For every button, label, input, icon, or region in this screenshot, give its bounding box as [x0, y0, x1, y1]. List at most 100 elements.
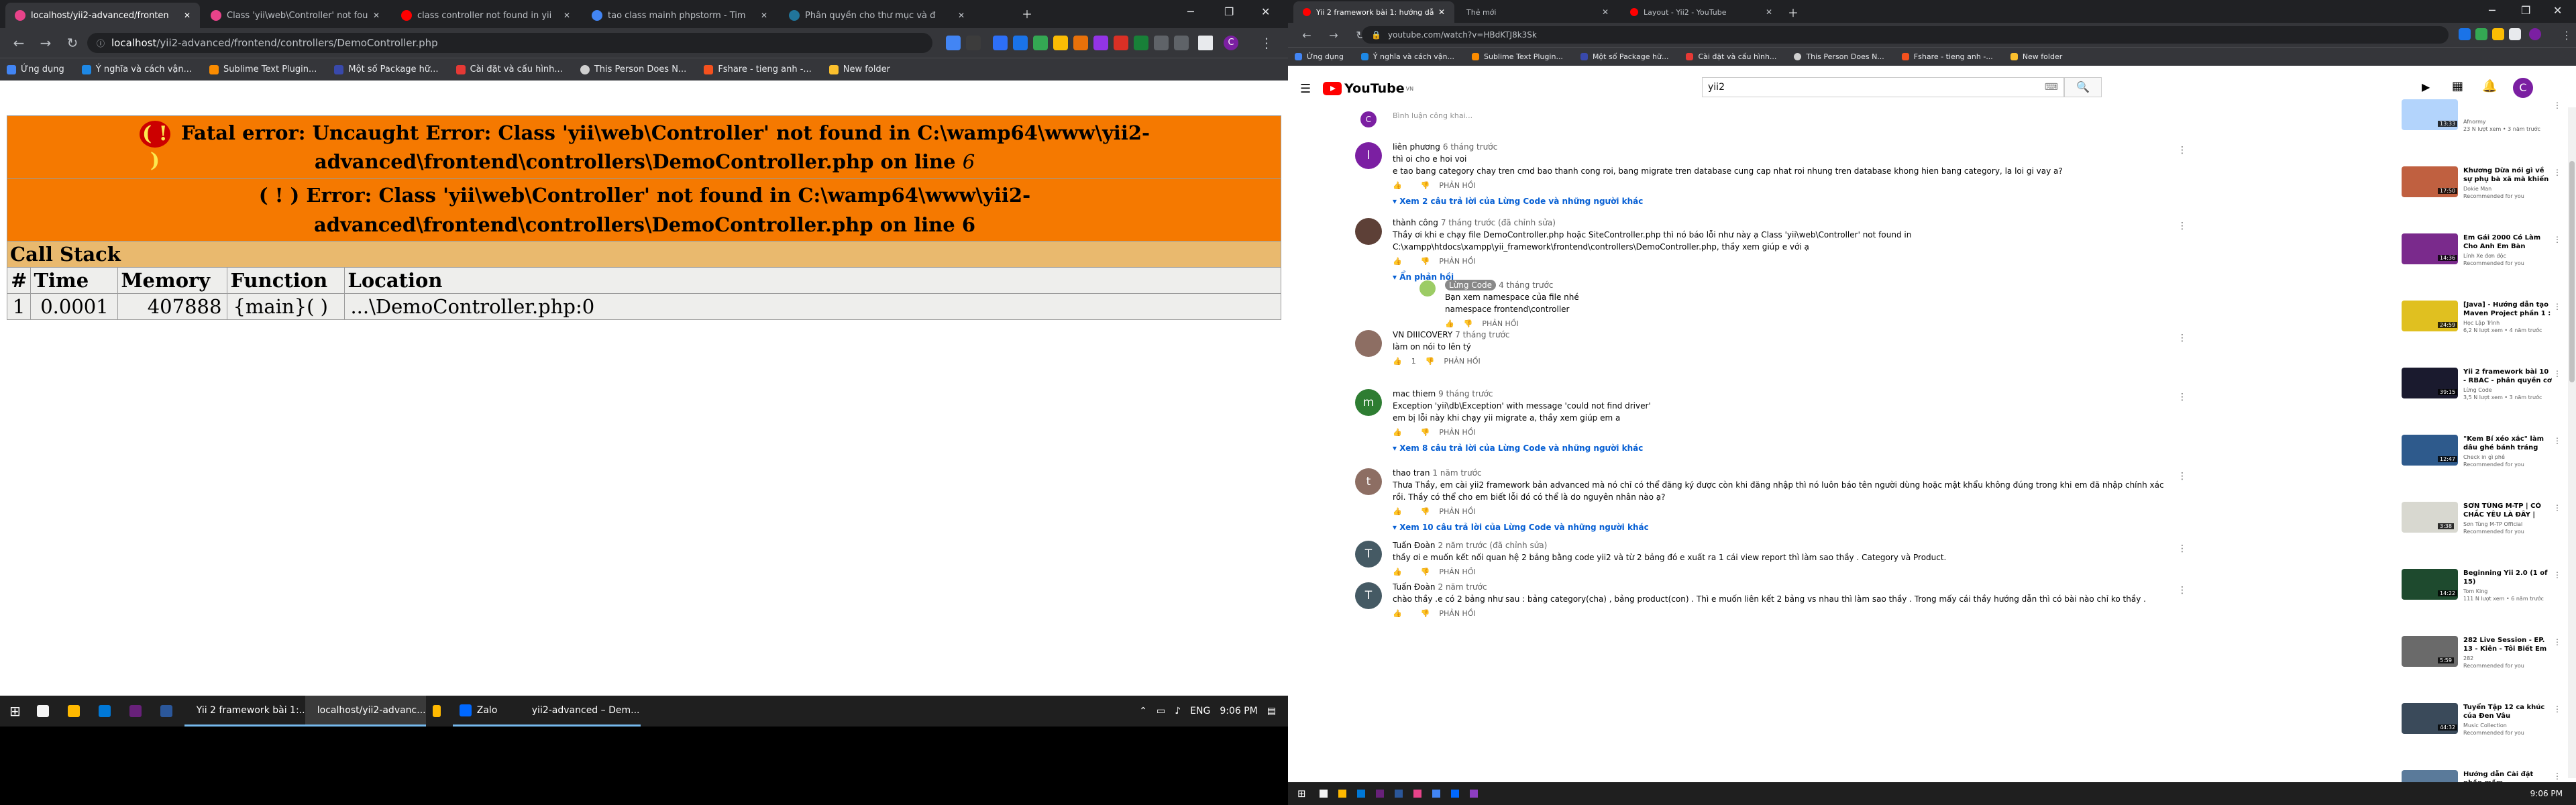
extension-icon[interactable] — [993, 36, 1008, 50]
tab-0[interactable]: localhost/yii2-advanced/fronten ✕ — [5, 3, 200, 28]
more-actions-icon[interactable]: ⋮ — [2553, 503, 2561, 513]
commenter-name[interactable]: mac thiem — [1393, 389, 1436, 398]
recommended-video[interactable]: 12:47 "Kem Bí xéo xắc" làm dâu ghé bánh t… — [2402, 435, 2563, 496]
more-actions-icon[interactable]: ⋮ — [2553, 637, 2561, 647]
recommended-video[interactable]: 24:59 [Java] - Hướng dẫn tạo Maven Projec… — [2402, 301, 2563, 362]
reply-button[interactable]: PHẢN HỒI — [1439, 568, 1475, 576]
forward-icon[interactable]: → — [1326, 29, 1342, 42]
address-bar[interactable]: 🔒 youtube.com/watch?v=HBdKTJ8k3Sk — [1362, 26, 2449, 44]
tab-3[interactable]: tao class mainh phpstorm - Tim ✕ — [582, 3, 777, 28]
more-actions-icon[interactable]: ⋮ — [2178, 333, 2187, 343]
video-thumbnail[interactable] — [2402, 770, 2458, 782]
video-title[interactable]: Tuyển Tập 12 ca khúc của Đen Vâu — [2463, 703, 2552, 720]
like-icon[interactable]: 👍 — [1393, 568, 1402, 576]
taskbar-app-icon[interactable] — [1375, 790, 1384, 798]
extension-icon[interactable] — [1053, 36, 1068, 50]
comment-time[interactable]: 7 tháng trước (đã chỉnh sửa) — [1441, 218, 1556, 227]
bookmark-star-icon[interactable] — [966, 36, 981, 50]
close-icon[interactable]: ✕ — [180, 11, 191, 20]
profile-avatar[interactable] — [2529, 28, 2541, 40]
like-icon[interactable]: 👍 — [1393, 357, 1402, 366]
bookmark-item[interactable]: Fshare - tieng anh -... — [1901, 52, 1993, 61]
comment-time[interactable]: 2 năm trước (đã chỉnh sửa) — [1438, 541, 1548, 550]
dislike-icon[interactable]: 👎 — [1426, 357, 1435, 366]
more-actions-icon[interactable]: ⋮ — [2553, 302, 2561, 311]
video-channel[interactable]: Music Collection — [2463, 722, 2552, 729]
more-actions-icon[interactable]: ⋮ — [2553, 101, 2561, 110]
tab-1[interactable]: Class 'yii\web\Controller' not fou ✕ — [201, 3, 389, 28]
video-channel[interactable]: Học Lập Trình — [2463, 319, 2552, 327]
bookmark-item[interactable]: Một số Package hữ... — [1580, 52, 1668, 61]
recommended-video[interactable]: 39:15 Yii 2 framework bài 10 - RBAC - phâ… — [2402, 368, 2563, 429]
taskbar-item[interactable]: Yii 2 framework bài 1:... — [184, 696, 308, 727]
like-icon[interactable]: 👍 — [1393, 507, 1402, 516]
close-icon[interactable]: ✕ — [954, 11, 965, 20]
menu-icon[interactable]: ⋮ — [1258, 35, 1275, 51]
close-icon[interactable]: ✕ — [1598, 7, 1609, 17]
comment-time[interactable]: 6 tháng trước — [1443, 142, 1497, 152]
dislike-icon[interactable]: 👎 — [1421, 181, 1430, 190]
view-replies-link[interactable]: ▾ Xem 8 câu trả lời của Lừng Code và nhữ… — [1393, 443, 2187, 453]
more-actions-icon[interactable]: ⋮ — [2553, 168, 2561, 177]
dislike-icon[interactable]: 👎 — [1464, 319, 1473, 328]
extension-icon[interactable] — [1114, 36, 1128, 50]
more-actions-icon[interactable]: ⋮ — [2178, 543, 2187, 554]
back-icon[interactable]: ← — [11, 35, 27, 51]
taskbar-app-icon[interactable] — [1413, 790, 1421, 798]
more-actions-icon[interactable]: ⋮ — [2178, 392, 2187, 402]
extension-icon[interactable] — [2475, 28, 2487, 40]
view-replies-link[interactable]: ▾ Xem 2 câu trả lời của Lừng Code và nhữ… — [1393, 197, 2187, 206]
maximize-icon[interactable]: ❐ — [2521, 4, 2530, 17]
recommended-video[interactable]: 44:32 Tuyển Tập 12 ca khúc của Đen Vâu Mus… — [2402, 703, 2563, 765]
dislike-icon[interactable]: 👎 — [1421, 257, 1430, 266]
close-icon[interactable]: ✕ — [559, 11, 570, 20]
create-video-icon[interactable]: ▶ — [2422, 80, 2430, 93]
recommended-video[interactable]: 17:50 Khương Dừa nói gì về sự phụ bà xã m… — [2402, 166, 2563, 228]
window-close-icon[interactable]: ✕ — [2553, 4, 2562, 17]
bookmark-item[interactable]: Ý nghĩa và cách vận... — [1360, 52, 1454, 61]
tab-2[interactable]: Layout - Yii2 - YouTube ✕ — [1621, 1, 1782, 23]
taskbar-app-icon[interactable] — [61, 696, 92, 727]
comment-time[interactable]: 7 tháng trước — [1455, 330, 1509, 339]
bookmark-apps[interactable]: Ứng dụng — [7, 64, 64, 74]
taskbar-app-icon[interactable] — [92, 696, 123, 727]
dislike-icon[interactable]: 👎 — [1421, 507, 1430, 516]
video-title[interactable]: SƠN TÙNG M-TP | CÓ CHẮC YÊU LÀ ĐÂY | OFF… — [2463, 502, 2552, 519]
apps-grid-icon[interactable]: ▦ — [2452, 79, 2463, 93]
info-icon[interactable]: ⓘ — [97, 38, 105, 49]
more-actions-icon[interactable]: ⋮ — [2178, 585, 2187, 596]
youtube-logo[interactable]: YouTube VN — [1323, 81, 1413, 96]
reply-button[interactable]: PHẢN HỒI — [1444, 357, 1480, 366]
maximize-icon[interactable]: ❐ — [1224, 5, 1234, 18]
taskbar-app-icon[interactable] — [1450, 790, 1459, 798]
menu-icon[interactable]: ⋮ — [2559, 29, 2575, 42]
view-replies-link[interactable]: ▾ Xem 10 câu trả lời của Lừng Code và nh… — [1393, 523, 2187, 532]
comment-time[interactable]: 2 năm trước — [1438, 582, 1487, 592]
commenter-avatar[interactable]: t — [1355, 468, 1382, 495]
like-icon[interactable]: 👍 — [1445, 319, 1454, 328]
more-actions-icon[interactable]: ⋮ — [2553, 369, 2561, 378]
taskbar-app-icon[interactable] — [1432, 790, 1440, 798]
extension-icon[interactable] — [1013, 36, 1028, 50]
extension-icon[interactable] — [1033, 36, 1048, 50]
reload-icon[interactable]: ↻ — [64, 35, 80, 51]
taskbar-app-icon[interactable] — [1338, 790, 1346, 798]
tab-2[interactable]: class controller not found in yii ✕ — [392, 3, 580, 28]
scrollbar-thumb[interactable] — [2569, 161, 2575, 382]
youtube-search-button[interactable]: 🔍 — [2064, 77, 2102, 97]
dislike-icon[interactable]: 👎 — [1421, 428, 1430, 437]
replier-name[interactable]: Lừng Code — [1445, 280, 1497, 290]
commenter-name[interactable]: Tuấn Đoàn — [1393, 582, 1436, 592]
recommended-video[interactable]: 3:38 SƠN TÙNG M-TP | CÓ CHẮC YÊU LÀ ĐÂY |… — [2402, 502, 2563, 564]
bookmark-item[interactable]: Một số Package hữ... — [334, 64, 439, 74]
hamburger-menu-icon[interactable]: ☰ — [1300, 82, 1311, 96]
close-icon[interactable]: ✕ — [757, 11, 767, 20]
minimize-icon[interactable]: ─ — [1187, 5, 1194, 18]
puzzle-icon[interactable] — [1198, 36, 1213, 50]
more-actions-icon[interactable]: ⋮ — [2553, 704, 2561, 714]
commenter-name[interactable]: Tuấn Đoàn — [1393, 541, 1436, 550]
extension-icon[interactable] — [2459, 28, 2471, 40]
bookmark-item[interactable]: Fshare - tieng anh -... — [704, 64, 812, 74]
recommended-video[interactable]: 14:22 Beginning Yii 2.0 (1 of 15) Tom King… — [2402, 569, 2563, 631]
extension-icon[interactable] — [1073, 36, 1088, 50]
